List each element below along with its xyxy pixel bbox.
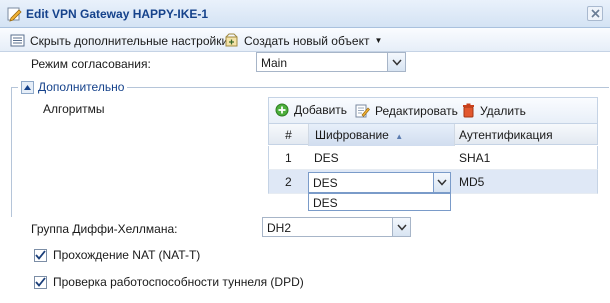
nat-t-checkbox-row[interactable]: Прохождение NAT (NAT-T) — [34, 248, 200, 262]
add-button[interactable]: Добавить — [275, 103, 347, 117]
advanced-legend-label: Дополнительно — [38, 80, 125, 94]
sort-ascending-icon: ▲ — [395, 132, 404, 141]
nat-t-label: Прохождение NAT (NAT-T) — [53, 248, 201, 262]
dropdown-option[interactable]: DES — [313, 196, 338, 210]
edit-button[interactable]: Редактировать — [355, 103, 458, 118]
window-title: Edit VPN Gateway HAPPY-IKE-1 — [26, 7, 209, 21]
collapse-toggle[interactable] — [21, 80, 34, 94]
add-icon — [275, 103, 289, 117]
dropdown-arrow-icon: ▼ — [374, 36, 383, 45]
row-number-cell: 1 — [285, 151, 292, 165]
chevron-down-icon[interactable] — [392, 218, 410, 236]
algorithms-label: Алгоритмы — [43, 102, 105, 116]
create-object-label: Создать новый объект — [244, 33, 370, 48]
hide-advanced-button[interactable]: Скрыть дополнительные настройки — [10, 32, 228, 49]
algorithms-grid-toolbar: Добавить Редактировать Удалить — [268, 97, 598, 123]
dh-group-select[interactable]: DH2 — [262, 217, 411, 237]
add-label: Добавить — [294, 103, 348, 117]
hide-advanced-label: Скрыть дополнительные настройки — [30, 33, 229, 48]
list-settings-icon — [10, 33, 25, 48]
encryption-editor-value[interactable]: DES — [313, 176, 338, 190]
delete-button[interactable]: Удалить — [462, 103, 526, 118]
advanced-fieldset-legend: Дополнительно — [18, 80, 128, 94]
negotiation-mode-value: Main — [261, 56, 288, 70]
trash-icon — [463, 103, 474, 118]
negotiation-mode-select[interactable]: Main — [256, 52, 406, 72]
edit-icon — [355, 104, 370, 118]
row-number-cell: 2 — [285, 175, 292, 189]
dh-group-value: DH2 — [267, 221, 292, 235]
chevron-down-icon[interactable] — [387, 53, 405, 71]
new-object-icon — [224, 33, 239, 48]
column-header-encryption[interactable]: Шифрование ▲ — [309, 124, 455, 146]
encryption-cell[interactable]: DES — [314, 151, 339, 165]
create-object-menu[interactable]: Создать новый объект ▼ — [224, 32, 382, 49]
edit-label: Редактировать — [375, 103, 458, 118]
dpd-checkbox-row[interactable]: Проверка работоспособности туннеля (DPD) — [34, 275, 304, 289]
chevron-down-icon[interactable] — [433, 173, 450, 192]
close-button[interactable] — [587, 6, 603, 21]
checkmark-icon — [35, 250, 46, 260]
negotiation-mode-label: Режим согласования: — [31, 57, 151, 71]
column-header-authentication[interactable]: Аутентификация — [455, 124, 598, 146]
collapse-up-icon — [24, 84, 31, 90]
encryption-editor-combo[interactable]: DES — [308, 172, 451, 193]
window-titlebar: Edit VPN Gateway HAPPY-IKE-1 — [0, 0, 610, 28]
close-icon — [590, 9, 600, 18]
algorithms-grid-header: # Шифрование ▲ Аутентификация — [268, 123, 598, 146]
table-row[interactable]: 1 DES SHA1 — [268, 146, 598, 170]
main-toolbar: Скрыть дополнительные настройки Создать … — [0, 28, 610, 52]
checkmark-icon — [35, 277, 46, 287]
edit-pencil-icon — [6, 6, 22, 25]
dh-group-label: Группа Диффи-Хеллмана: — [31, 222, 178, 236]
authentication-cell[interactable]: MD5 — [459, 175, 484, 189]
delete-label: Удалить — [480, 103, 526, 118]
dpd-checkbox[interactable] — [34, 275, 47, 289]
dpd-label: Проверка работоспособности туннеля (DPD) — [53, 275, 304, 289]
authentication-cell[interactable]: SHA1 — [459, 151, 490, 165]
column-header-number[interactable]: # — [269, 124, 309, 146]
nat-t-checkbox[interactable] — [34, 248, 47, 262]
encryption-dropdown-list: DES — [308, 193, 451, 211]
